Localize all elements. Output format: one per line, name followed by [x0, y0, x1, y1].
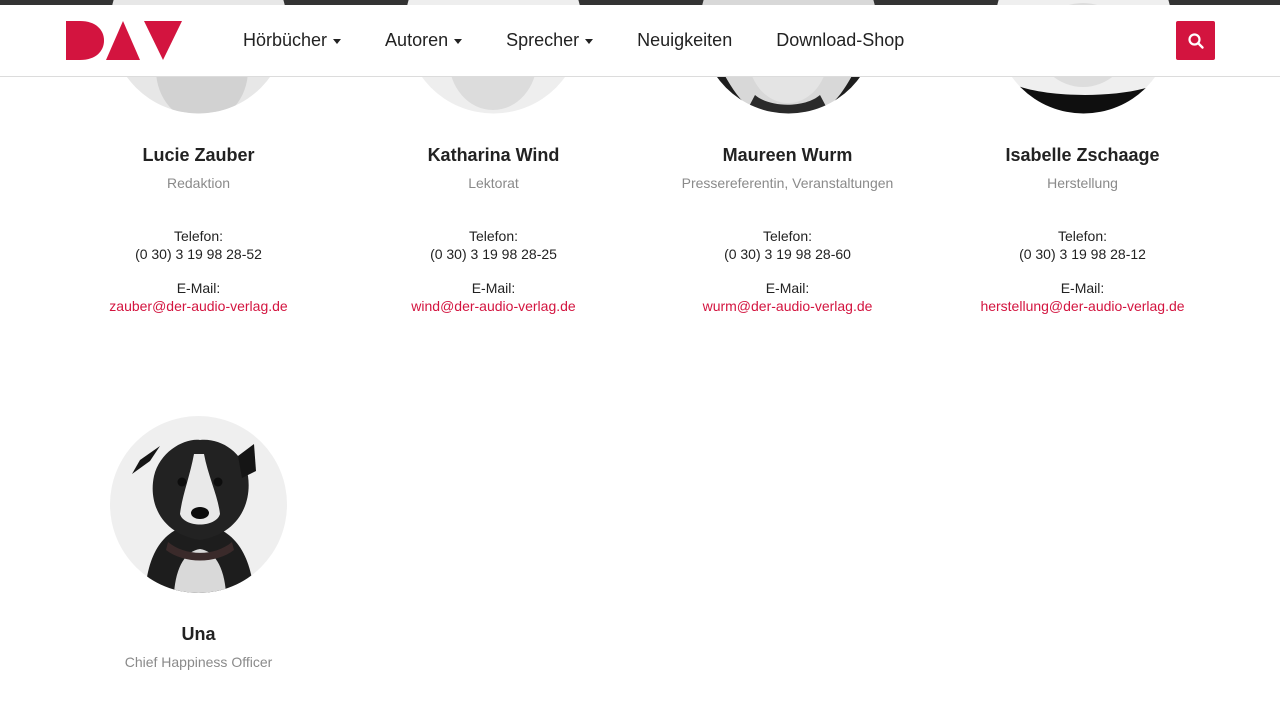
nav-download-shop-label: Download-Shop — [776, 30, 905, 50]
person-role: Lektorat — [468, 175, 519, 191]
email-label: E-Mail: — [1060, 280, 1105, 296]
email-link[interactable]: zauber@der-audio-verlag.de — [51, 298, 346, 314]
person-card-isabelle-zschaage: Isabelle Zschaage Herstellung Telefon: (… — [935, 145, 1230, 314]
person-name: Lucie Zauber — [142, 145, 255, 165]
nav-hoerbuecher-label: Hörbücher — [243, 30, 328, 50]
person-card-lucie-zauber: Lucie Zauber Redaktion Telefon: (0 30) 3… — [51, 145, 346, 314]
person-role: Redaktion — [166, 175, 231, 191]
phone-number: (0 30) 3 19 98 28-25 — [430, 246, 557, 262]
caret-down-icon — [585, 39, 594, 44]
search-button[interactable] — [1176, 21, 1215, 60]
nav-neuigkeiten-label: Neuigkeiten — [637, 30, 733, 50]
person-card-una: Una Chief Happiness Officer — [51, 624, 346, 670]
person-role: Pressereferentin, Veranstaltungen — [681, 175, 894, 191]
search-icon — [1187, 32, 1204, 49]
email-label: E-Mail: — [765, 280, 810, 296]
email-label: E-Mail: — [176, 280, 221, 296]
nav-download-shop[interactable]: Download-Shop — [776, 30, 904, 51]
person-role: Herstellung — [1047, 175, 1118, 191]
phone-label: Telefon: — [173, 228, 224, 244]
person-card-katharina-wind: Katharina Wind Lektorat Telefon: (0 30) … — [346, 145, 641, 314]
person-name: Katharina Wind — [427, 145, 560, 165]
person-card-maureen-wurm: Maureen Wurm Pressereferentin, Veranstal… — [640, 145, 935, 314]
phone-label: Telefon: — [762, 228, 813, 244]
email-link[interactable]: herstellung@der-audio-verlag.de — [935, 298, 1230, 314]
person-role: Chief Happiness Officer — [124, 654, 273, 670]
photo-una — [110, 416, 287, 593]
caret-down-icon — [333, 39, 342, 44]
nav-hoerbuecher[interactable]: Hörbücher — [243, 30, 342, 51]
nav-sprecher-label: Sprecher — [506, 30, 580, 50]
caret-down-icon — [454, 39, 463, 44]
email-link[interactable]: wurm@der-audio-verlag.de — [640, 298, 935, 314]
nav-autoren[interactable]: Autoren — [385, 30, 463, 51]
person-name: Una — [181, 624, 216, 644]
person-name: Isabelle Zschaage — [1005, 145, 1160, 165]
phone-label: Telefon: — [468, 228, 519, 244]
nav-autoren-label: Autoren — [385, 30, 449, 50]
main-nav: Hörbücher Autoren Sprecher Neuigkeiten D… — [243, 5, 948, 76]
phone-label: Telefon: — [1057, 228, 1108, 244]
phone-number: (0 30) 3 19 98 28-60 — [724, 246, 851, 262]
nav-sprecher[interactable]: Sprecher — [506, 30, 594, 51]
navbar: Hörbücher Autoren Sprecher Neuigkeiten D… — [0, 5, 1280, 77]
email-link[interactable]: wind@der-audio-verlag.de — [346, 298, 641, 314]
email-label: E-Mail: — [471, 280, 516, 296]
person-name: Maureen Wurm — [722, 145, 853, 165]
phone-number: (0 30) 3 19 98 28-52 — [135, 246, 262, 262]
nav-neuigkeiten[interactable]: Neuigkeiten — [637, 30, 732, 51]
phone-number: (0 30) 3 19 98 28-12 — [1019, 246, 1146, 262]
dav-logo[interactable] — [66, 21, 182, 60]
